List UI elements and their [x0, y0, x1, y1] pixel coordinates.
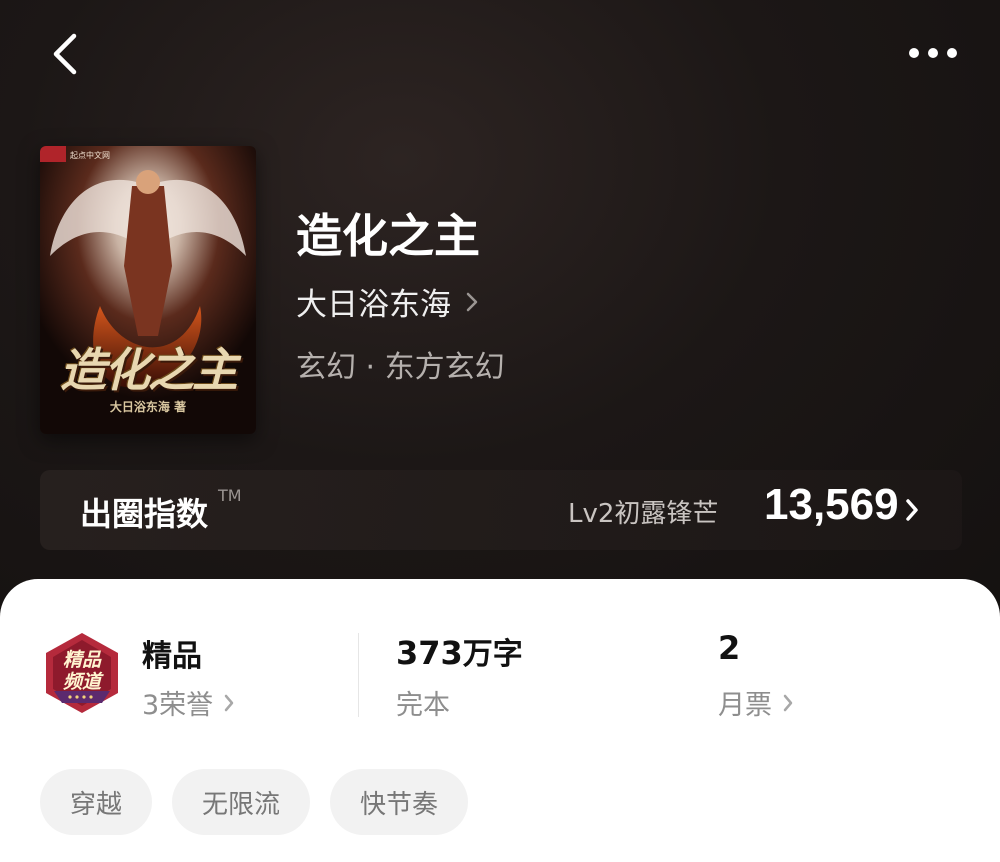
chevron-right-icon [466, 292, 478, 311]
word-count-value: 373 [396, 634, 463, 672]
cover-publisher-badge: 起点中文网 [70, 151, 110, 160]
chevron-right-icon [224, 694, 234, 711]
completion-status-label: 完本 [396, 690, 450, 721]
author-name: 大日浴东海 [296, 287, 451, 323]
monthly-tickets-link[interactable]: 月票 [718, 683, 794, 722]
chevron-right-icon [906, 499, 918, 521]
tag-chip[interactable]: 穿越 [40, 769, 153, 835]
more-horizontal-icon [909, 48, 957, 58]
word-count-unit: 万字 [462, 637, 523, 672]
quality-medal-icon[interactable]: 精品 频道 [40, 631, 124, 715]
honors-link[interactable]: 3荣誉 [142, 683, 235, 722]
author-link[interactable]: 大日浴东海 [296, 279, 479, 324]
tag-chip[interactable]: 无限流 [172, 769, 311, 835]
honors-count: 3荣誉 [142, 690, 214, 721]
back-button[interactable] [46, 30, 86, 78]
tag-list: 穿越 无限流 快节奏 [40, 769, 469, 835]
genre-label: 玄幻 · 东方玄幻 [296, 350, 505, 385]
chevron-left-icon [53, 33, 77, 75]
book-cover[interactable]: 起点中文网 造化之主 大日浴东海 著 [40, 146, 256, 434]
quality-title: 精品 [142, 639, 202, 674]
popularity-score: 13,569 [764, 480, 899, 529]
book-info-panel: 精品 频道 精品 3荣誉 373万字 完本 2 月票 穿越 无限流 快节奏 [0, 579, 1000, 862]
medal-text-line1: 精品 [62, 649, 101, 671]
cover-title-art: 造化之主 [60, 343, 238, 397]
more-button[interactable] [904, 36, 962, 70]
monthly-tickets-label: 月票 [718, 690, 772, 721]
cover-author-art: 大日浴东海 著 [109, 400, 187, 414]
monthly-tickets-value: 2 [718, 629, 741, 667]
completion-status: 完本 [396, 683, 450, 722]
book-header: 起点中文网 造化之主 大日浴东海 著 造化之主 大日浴东海 玄幻 · 东方玄幻 … [0, 0, 1000, 640]
stat-divider [358, 633, 359, 717]
popularity-index-label: 出圈指数 [80, 495, 209, 533]
book-title: 造化之主 [296, 209, 480, 263]
medal-text-line2: 频道 [62, 671, 101, 693]
popularity-level: Lv2初露锋芒 [568, 499, 719, 529]
tag-chip[interactable]: 快节奏 [330, 769, 469, 835]
chevron-right-icon [783, 694, 793, 711]
word-count: 373万字 [396, 629, 523, 673]
trademark-mark: TM [218, 486, 242, 505]
popularity-index-bar[interactable]: 出圈指数 TM Lv2初露锋芒 13,569 [40, 470, 962, 550]
